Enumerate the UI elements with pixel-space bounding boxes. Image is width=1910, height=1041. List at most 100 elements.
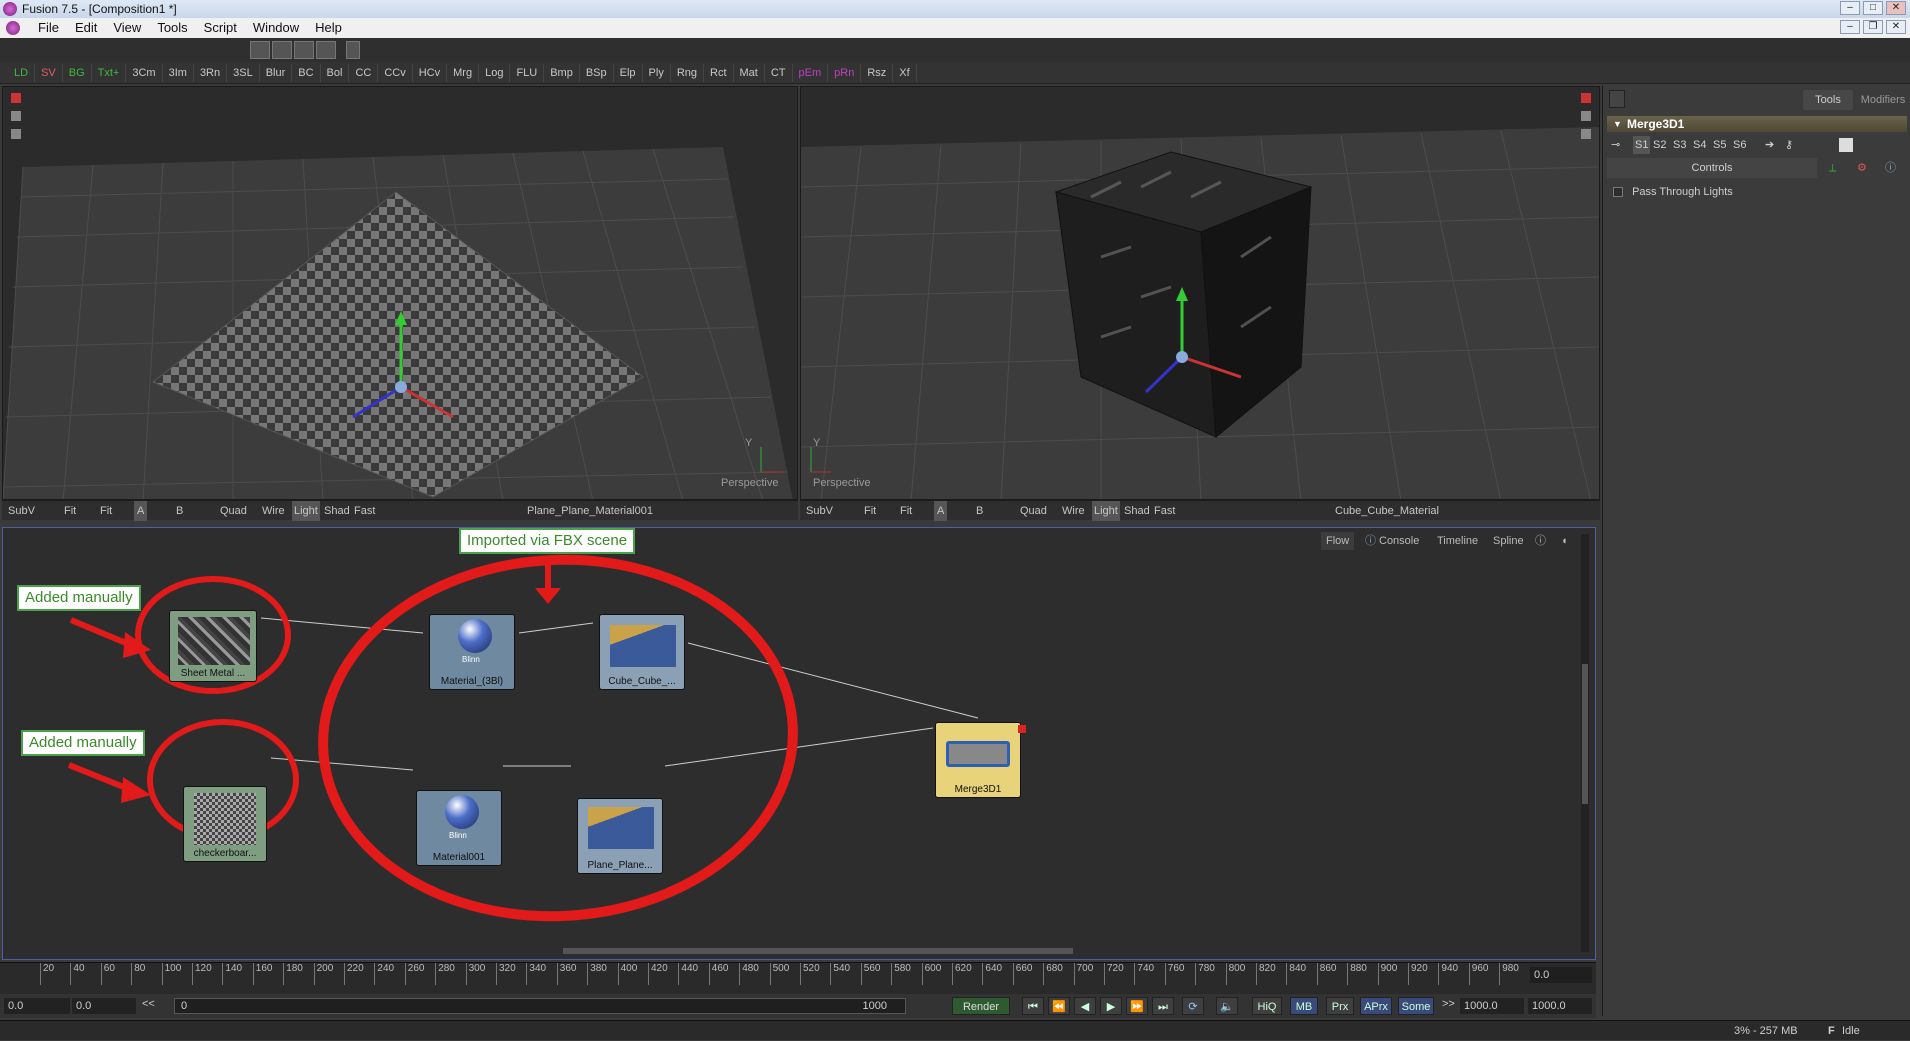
viewer-left[interactable]: Y Perspective <box>2 86 798 500</box>
fast-button-right[interactable]: Fast <box>1154 501 1175 521</box>
scene-s2[interactable]: S2 <box>1653 136 1666 154</box>
tool-button-bc[interactable]: BC <box>292 63 321 82</box>
tool-button-mrg[interactable]: Mrg <box>447 63 480 82</box>
pin-icon[interactable]: ⊸ <box>1611 136 1620 154</box>
tool-button-ccv[interactable]: CCv <box>378 63 413 82</box>
light-button-right[interactable]: Light <box>1092 501 1120 521</box>
layout-stack-icon[interactable] <box>294 41 314 59</box>
tool-button-rng[interactable]: Rng <box>671 63 705 82</box>
tool-button-hcv[interactable]: HCv <box>413 63 448 82</box>
tool-button-rsz[interactable]: Rsz <box>861 63 894 82</box>
b-button[interactable]: B <box>176 501 183 521</box>
menu-view[interactable]: View <box>105 18 149 38</box>
color-swatch-icon[interactable] <box>1839 138 1853 152</box>
a-button[interactable]: A <box>134 501 148 521</box>
node-checkerboard[interactable]: checkerboar... <box>183 786 267 862</box>
tab-modifiers[interactable]: Modifiers <box>1857 90 1909 110</box>
wire-button[interactable]: Wire <box>262 501 285 521</box>
tool-button-3im[interactable]: 3Im <box>163 63 194 82</box>
shad-button-right[interactable]: Shad <box>1124 501 1150 521</box>
shad-button[interactable]: Shad <box>324 501 350 521</box>
tool-button-xf[interactable]: Xf <box>893 63 917 82</box>
aprx-button[interactable]: APrx <box>1360 997 1392 1015</box>
go-to-start-icon[interactable]: ⏮ <box>1022 997 1044 1015</box>
menu-help[interactable]: Help <box>307 18 350 38</box>
tool-header[interactable]: ▼ Merge3D1 <box>1607 116 1907 132</box>
mb-button[interactable]: MB <box>1290 997 1318 1015</box>
layout-quad-icon[interactable] <box>316 41 336 59</box>
tool-button-bsp[interactable]: BSp <box>580 63 614 82</box>
menu-edit[interactable]: Edit <box>67 18 105 38</box>
fit-button-right-2[interactable]: Fit <box>900 501 912 521</box>
settings-gear-icon[interactable]: ⚙ <box>1857 158 1867 178</box>
tool-button-ply[interactable]: Ply <box>643 63 671 82</box>
node-material001[interactable]: Blinn Material001 <box>416 790 502 866</box>
render-end-field[interactable]: 1000.0 <box>1460 998 1524 1014</box>
prev-range-button[interactable]: << <box>142 998 155 1010</box>
global-start-field[interactable]: 0.0 <box>4 998 70 1014</box>
scene-s1[interactable]: S1 <box>1633 136 1651 154</box>
layout-pin-icon[interactable] <box>346 41 360 59</box>
audio-icon[interactable]: 🔈 <box>1216 997 1238 1015</box>
flow-vscrollbar[interactable] <box>1581 534 1589 952</box>
scene-s5[interactable]: S5 <box>1713 136 1726 154</box>
tool-button-log[interactable]: Log <box>479 63 511 82</box>
range-slider[interactable]: 0 1000 <box>174 998 906 1014</box>
node-sheet-metal[interactable]: Sheet Metal ... <box>169 610 257 682</box>
menu-script[interactable]: Script <box>196 18 245 38</box>
fast-button[interactable]: Fast <box>354 501 375 521</box>
menu-file[interactable]: File <box>30 18 67 38</box>
scene-s4[interactable]: S4 <box>1693 136 1706 154</box>
tool-button-bol[interactable]: Bol <box>321 63 350 82</box>
tab-controls[interactable]: Controls <box>1607 158 1817 178</box>
wire-button-right[interactable]: Wire <box>1062 501 1085 521</box>
scene-s3[interactable]: S3 <box>1673 136 1686 154</box>
layout-single-icon[interactable] <box>250 41 270 59</box>
tool-button-txt[interactable]: Txt+ <box>92 63 127 82</box>
tool-button-ld[interactable]: LD <box>8 63 36 82</box>
viewer-left-side-icons[interactable] <box>11 93 21 145</box>
doc-restore-button[interactable]: ❐ <box>1863 20 1883 34</box>
tool-button-bmp[interactable]: Bmp <box>544 63 580 82</box>
tool-button-rct[interactable]: Rct <box>704 63 734 82</box>
key-icon[interactable]: ⚷ <box>1785 136 1793 154</box>
tool-button-pem[interactable]: pEm <box>793 63 829 82</box>
hiq-button[interactable]: HiQ <box>1252 997 1282 1015</box>
flow-view[interactable]: Flow ⓘ Console Timeline Spline ⓘ ◖ Impor… <box>2 527 1596 960</box>
some-button[interactable]: Some <box>1398 997 1434 1015</box>
play-icon[interactable]: ▶ <box>1100 997 1122 1015</box>
step-forward-icon[interactable]: ⏩ <box>1126 997 1148 1015</box>
tool-button-flu[interactable]: FLU <box>510 63 545 82</box>
node-cube[interactable]: Cube_Cube_... <box>599 614 685 690</box>
loop-icon[interactable]: ⟳ <box>1182 997 1204 1015</box>
tool-button-elp[interactable]: Elp <box>614 63 643 82</box>
tool-button-3rn[interactable]: 3Rn <box>194 63 228 82</box>
tool-button-3cm[interactable]: 3Cm <box>126 63 163 82</box>
layout-split-icon[interactable] <box>272 41 292 59</box>
tool-button-cc[interactable]: CC <box>349 63 379 82</box>
node-material-3bl[interactable]: Blinn Material_(3Bl) <box>429 614 515 690</box>
prx-button[interactable]: Prx <box>1326 997 1354 1015</box>
tab-tools[interactable]: Tools <box>1803 90 1853 110</box>
tool-button-bg[interactable]: BG <box>63 63 92 82</box>
global-end-field[interactable]: 1000.0 <box>1528 998 1592 1014</box>
quad-button-right[interactable]: Quad <box>1020 501 1047 521</box>
menu-window[interactable]: Window <box>245 18 307 38</box>
viewer-right[interactable]: Y Perspective <box>800 86 1600 500</box>
a-button-right[interactable]: A <box>934 501 948 521</box>
subv-button-right[interactable]: SubV <box>806 501 833 521</box>
pass-through-lights-option[interactable]: Pass Through Lights <box>1613 186 1733 198</box>
info-icon[interactable]: ⓘ <box>1885 158 1896 178</box>
current-time-field[interactable]: 0.0 <box>1530 967 1592 983</box>
fit-button[interactable]: Fit <box>64 501 76 521</box>
tool-button-sv[interactable]: SV <box>35 63 63 82</box>
maximize-button[interactable]: □ <box>1863 1 1883 15</box>
subv-button[interactable]: SubV <box>8 501 35 521</box>
node-merge3d[interactable]: Merge3D1 <box>935 722 1026 798</box>
panel-collapse-icon[interactable] <box>1609 90 1625 108</box>
render-button[interactable]: Render <box>952 997 1010 1015</box>
menu-tools[interactable]: Tools <box>149 18 195 38</box>
transform-icon[interactable]: ⟂ <box>1829 158 1836 178</box>
tool-button-ct[interactable]: CT <box>765 63 793 82</box>
quad-button[interactable]: Quad <box>220 501 247 521</box>
